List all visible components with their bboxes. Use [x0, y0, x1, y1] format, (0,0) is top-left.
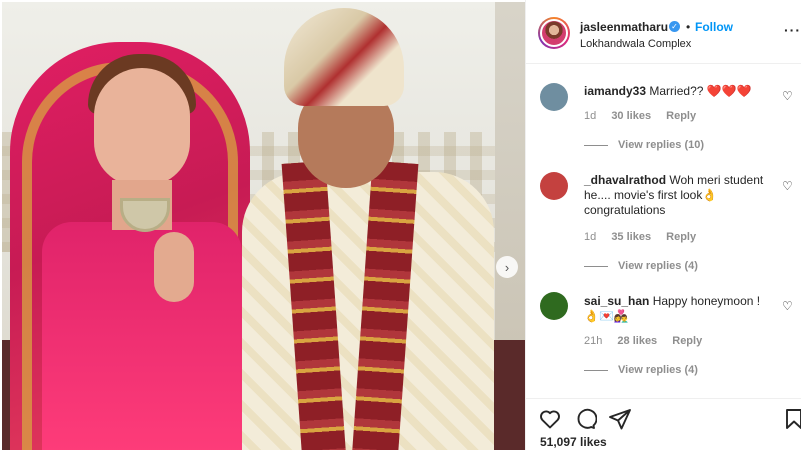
- comment-text: Married?? ❤️❤️❤️: [649, 84, 752, 98]
- paper-plane-icon[interactable]: [608, 407, 632, 431]
- more-options-icon[interactable]: ···: [784, 22, 801, 38]
- commenter-avatar[interactable]: [540, 83, 568, 111]
- likes-count[interactable]: 51,097 likes: [540, 435, 607, 449]
- comment-body: sai_su_han Happy honeymoon ! 👌💌👩‍❤️‍👨: [584, 294, 766, 324]
- comment-like-heart-icon[interactable]: ♡: [782, 90, 794, 102]
- replies-divider: [584, 265, 608, 267]
- post-side-panel: jasleenmatharu ✓ • Follow Lokhandwala Co…: [525, 0, 801, 450]
- comment-meta: 1d 30 likes Reply: [584, 110, 708, 122]
- comment-likes[interactable]: 28 likes: [617, 335, 657, 347]
- commenter-username[interactable]: iamandy33: [584, 84, 646, 98]
- bride-dress: [42, 222, 242, 450]
- author-avatar[interactable]: [538, 17, 570, 49]
- post-photo[interactable]: ›: [2, 2, 525, 450]
- comment-body: _dhavalrathod Woh meri student he.... mo…: [584, 173, 766, 218]
- groom-turban: [284, 8, 404, 106]
- view-replies-button[interactable]: View replies (4): [584, 260, 698, 272]
- post-actions-bar: 51,097 likes: [526, 398, 801, 450]
- comment-reply-button[interactable]: Reply: [666, 231, 696, 243]
- bride-hand: [154, 232, 194, 302]
- comment-meta: 21h 28 likes Reply: [584, 335, 714, 347]
- heart-icon[interactable]: [538, 407, 562, 431]
- comment-reply-button[interactable]: Reply: [666, 110, 696, 122]
- comment-reply-button[interactable]: Reply: [672, 335, 702, 347]
- comment-age: 1d: [584, 110, 597, 122]
- separator-dot: •: [686, 20, 691, 34]
- verified-badge-icon: ✓: [669, 21, 680, 32]
- comment-like-heart-icon[interactable]: ♡: [782, 180, 794, 192]
- comment-like-heart-icon[interactable]: ♡: [782, 300, 794, 312]
- view-replies-button[interactable]: View replies (10): [584, 139, 704, 151]
- commenter-username[interactable]: _dhavalrathod: [584, 173, 666, 187]
- commenter-avatar[interactable]: [540, 292, 568, 320]
- replies-divider: [584, 144, 608, 146]
- chevron-right-icon: ›: [504, 259, 510, 275]
- post-location[interactable]: Lokhandwala Complex: [580, 38, 691, 50]
- view-replies-label: View replies (10): [618, 139, 705, 151]
- commenter-avatar[interactable]: [540, 172, 568, 200]
- view-replies-button[interactable]: View replies (4): [584, 364, 698, 376]
- comment-age: 21h: [584, 335, 603, 347]
- comment-body: iamandy33 Married?? ❤️❤️❤️: [584, 84, 766, 99]
- commenter-username[interactable]: sai_su_han: [584, 294, 649, 308]
- carousel-next-button[interactable]: ›: [496, 256, 518, 278]
- view-replies-label: View replies (4): [618, 364, 698, 376]
- author-username[interactable]: jasleenmatharu: [580, 20, 668, 34]
- follow-button[interactable]: Follow: [695, 20, 733, 34]
- comment-likes[interactable]: 35 likes: [611, 231, 651, 243]
- bookmark-icon[interactable]: [782, 407, 801, 431]
- comment-likes[interactable]: 30 likes: [611, 110, 651, 122]
- comment-bubble-icon[interactable]: [573, 407, 597, 431]
- comment-meta: 1d 35 likes Reply: [584, 231, 708, 243]
- post-header: jasleenmatharu ✓ • Follow Lokhandwala Co…: [526, 0, 801, 64]
- view-replies-label: View replies (4): [618, 260, 698, 272]
- comment-age: 1d: [584, 231, 597, 243]
- replies-divider: [584, 369, 608, 371]
- bride-face: [94, 68, 190, 186]
